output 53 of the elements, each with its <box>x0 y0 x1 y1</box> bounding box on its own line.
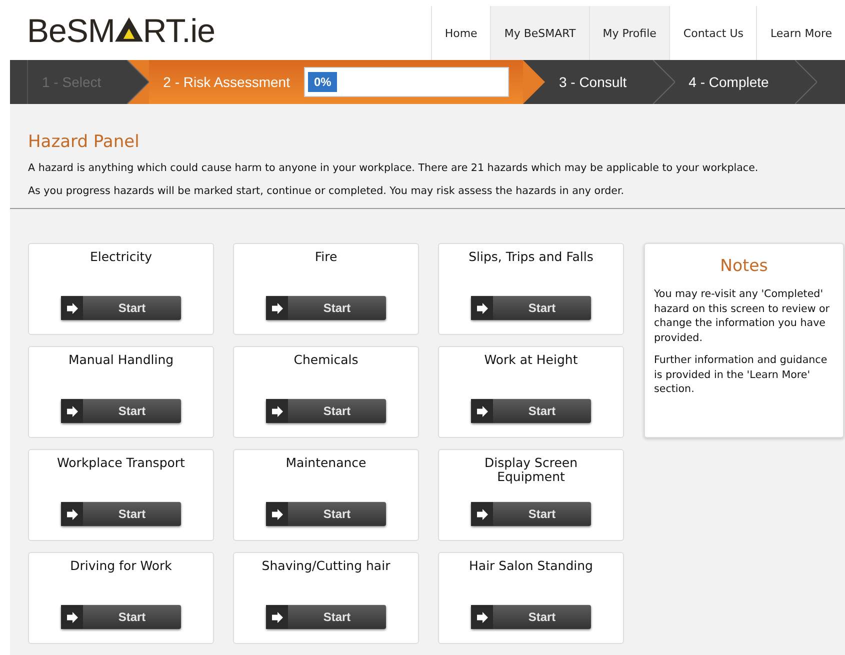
arrow-icon <box>272 612 282 622</box>
hazard-name: Driving for Work <box>69 559 173 575</box>
step-tab[interactable]: 2 - Risk Assessment 0% <box>149 60 545 104</box>
notes-text: Further information and guidance is provided in the 'Learn More' section. <box>654 353 828 396</box>
triangle-logo-icon <box>114 17 143 42</box>
start-button[interactable]: Start <box>266 399 386 423</box>
hazard-name: Fire <box>314 250 338 266</box>
start-button[interactable]: Start <box>266 502 386 526</box>
progress-reading: 0% <box>308 72 338 92</box>
start-button[interactable]: Start <box>61 399 181 423</box>
hazard-name: Manual Handling <box>67 353 175 369</box>
arrow-icon <box>272 302 282 314</box>
hazard-name: Maintenance <box>284 456 368 472</box>
hazard-name: Electricity <box>88 250 154 266</box>
arrow-icon <box>272 406 282 416</box>
notes-text: You may re-visit any 'Completed' hazard on this screen to review or change the information you have provided. <box>654 287 831 345</box>
hazard-name: Display Screen Equipment <box>483 456 579 486</box>
arrow-icon <box>66 508 78 520</box>
arrow-icon <box>272 508 282 520</box>
hazard-name: Shaving/Cutting hair <box>260 559 392 575</box>
nav-link[interactable]: My BeSMART <box>490 6 589 60</box>
nav-link[interactable]: Contact Us <box>669 6 756 60</box>
arrow-icon <box>66 406 78 416</box>
start-button[interactable]: Start <box>471 399 591 423</box>
arrow-icon <box>476 406 488 416</box>
notes-title: Notes <box>719 256 769 275</box>
hazard-name: Slips, Trips and Falls <box>468 250 594 266</box>
intro-text: A hazard is anything which could cause harm to anyone in your workplace. There are 21 hazards which may be applicable to your workplace. <box>28 162 760 174</box>
arrow-icon <box>476 508 488 520</box>
hazard-name: Hair Salon Standing <box>468 559 594 575</box>
start-button[interactable]: Start <box>471 605 591 629</box>
panel-title: Hazard Panel <box>28 132 140 152</box>
arrow-icon <box>476 612 488 622</box>
start-button[interactable]: Start <box>61 605 181 629</box>
nav-link[interactable]: My Profile <box>588 6 670 60</box>
start-button[interactable]: Start <box>61 296 181 320</box>
chevron-icon <box>522 60 545 104</box>
arrow-icon <box>66 612 78 622</box>
chevron-icon <box>127 60 150 104</box>
start-button[interactable]: Start <box>471 502 591 526</box>
arrow-icon <box>66 302 78 314</box>
start-button[interactable]: Start <box>471 296 591 320</box>
start-button[interactable]: Start <box>266 296 386 320</box>
hazard-name: Workplace Transport <box>56 456 186 472</box>
arrow-icon <box>476 302 488 314</box>
start-button[interactable]: Start <box>266 605 386 629</box>
logo-text: BeSM <box>27 12 115 50</box>
nav-link[interactable]: Home <box>430 6 490 60</box>
hazard-name: Chemicals <box>292 353 360 369</box>
start-button[interactable]: Start <box>61 502 181 526</box>
intro-text: As you progress hazards will be marked start, continue or completed. You may risk assess the hazards in any order. <box>28 185 626 197</box>
hazard-name: Work at Height <box>483 353 579 369</box>
logo-text: RT.ie <box>142 12 215 50</box>
